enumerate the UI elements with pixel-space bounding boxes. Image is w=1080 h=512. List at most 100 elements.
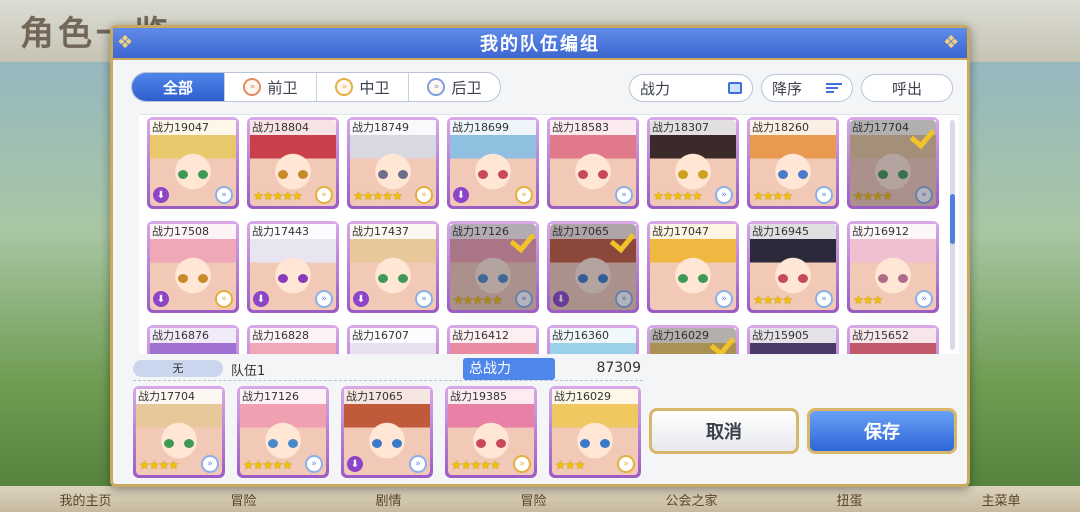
character-card[interactable]: 战力16876» <box>147 325 239 354</box>
mid-position-icon: » <box>315 186 333 204</box>
character-card[interactable]: 战力16707» <box>347 325 439 354</box>
character-card[interactable]: 战力18583 » <box>547 117 639 209</box>
character-card[interactable]: 战力18749 ★★★★★ » <box>347 117 439 209</box>
character-card[interactable]: 战力16029 ★★★ » <box>549 386 641 478</box>
eye-shape <box>498 274 508 283</box>
character-card[interactable]: 战力16945 ★★★★ » <box>747 221 839 313</box>
tab-all[interactable]: 全部 <box>132 73 224 101</box>
tab-back-label: 后卫 <box>451 78 482 97</box>
character-card[interactable]: 战力17065 ⬇» <box>341 386 433 478</box>
character-card[interactable]: 战力18804 ★★★★★ » <box>247 117 339 209</box>
character-card[interactable]: 战力17126 ★★★★★» <box>237 386 329 478</box>
bottom-nav-item[interactable]: 扭蛋 <box>836 490 862 509</box>
character-card[interactable]: 战力17704 ★★★★» <box>133 386 225 478</box>
character-power: 战力17508 <box>150 224 236 239</box>
eye-shape <box>600 439 610 448</box>
favorite-icon: ⬇ <box>453 187 469 203</box>
character-power: 战力16707 <box>350 328 436 343</box>
back-position-icon: » <box>615 186 633 204</box>
eye-shape <box>478 170 488 179</box>
character-card[interactable]: 战力19047 ⬇ » <box>147 117 239 209</box>
bottom-nav-item[interactable]: 冒险 <box>520 490 546 509</box>
favorite-icon: ⬇ <box>253 291 269 307</box>
dialog-header: ❖ 我的队伍编组 ❖ <box>113 28 967 60</box>
eye-shape <box>298 170 308 179</box>
tab-front-label: 前卫 <box>267 78 298 97</box>
character-power: 战力15652 <box>850 328 936 343</box>
ornament-icon: ❖ <box>943 32 960 53</box>
eye-shape <box>288 439 298 448</box>
eye-shape <box>398 274 408 283</box>
character-card[interactable]: 战力16828» <box>247 325 339 354</box>
character-power: 战力17443 <box>250 224 336 239</box>
star-rating: ★★★ <box>853 293 883 307</box>
divider <box>133 380 643 381</box>
character-power: 战力16828 <box>250 328 336 343</box>
character-card[interactable]: 战力17065 ⬇» <box>547 221 639 313</box>
bottom-nav-item[interactable]: 我的主页 <box>59 490 111 509</box>
team-info-bar: 无 队伍1 总战力 87309 <box>133 358 641 380</box>
character-card[interactable]: 战力17437 ⬇ » <box>347 221 439 313</box>
roster-scrollbar[interactable] <box>950 120 955 350</box>
bottom-nav-item[interactable]: 主菜单 <box>981 490 1020 509</box>
back-position-icon: » <box>815 290 833 308</box>
favorite-icon: ⬇ <box>153 291 169 307</box>
character-card[interactable]: 战力17443 ⬇ » <box>247 221 339 313</box>
character-power: 战力19385 <box>448 389 534 404</box>
bottom-nav-item[interactable]: 公会之家 <box>665 490 717 509</box>
character-card[interactable]: 战力18307 ★★★★★ » <box>647 117 739 209</box>
cancel-button[interactable]: 取消 <box>649 408 799 454</box>
character-card[interactable]: 战力19385 ★★★★★ » <box>445 386 537 478</box>
character-power: 战力16876 <box>150 328 236 343</box>
front-position-icon: » <box>243 78 262 96</box>
character-card[interactable]: 战力16360» <box>547 325 639 354</box>
star-rating: ★★★★ <box>753 189 793 203</box>
character-card[interactable]: 战力15905» <box>747 325 839 354</box>
character-power: 战力17704 <box>136 389 222 404</box>
character-power: 战力16412 <box>450 328 536 343</box>
save-button[interactable]: 保存 <box>807 408 957 454</box>
character-power: 战力18583 <box>550 120 636 135</box>
sort-order-button[interactable]: 降序 <box>761 74 853 102</box>
character-card[interactable]: 战力17047 » <box>647 221 739 313</box>
dialog-title: 我的队伍编组 <box>480 34 600 55</box>
character-card[interactable]: 战力16912 ★★★ » <box>847 221 939 313</box>
back-position-icon: » <box>715 290 733 308</box>
back-position-icon: » <box>305 455 323 473</box>
character-power: 战力17047 <box>650 224 736 239</box>
eye-shape <box>268 439 278 448</box>
star-rating: ★★★★★ <box>653 189 703 203</box>
back-position-icon: » <box>515 290 533 308</box>
eye-shape <box>698 170 708 179</box>
sort-order-label: 降序 <box>772 79 803 98</box>
character-card[interactable]: 战力16029» <box>647 325 739 354</box>
sort-field-button[interactable]: 战力 <box>629 74 753 102</box>
bottom-nav-item[interactable]: 剧情 <box>375 490 401 509</box>
eye-shape <box>178 170 188 179</box>
back-position-icon: » <box>215 186 233 204</box>
bottom-nav-item[interactable]: 冒险 <box>230 490 256 509</box>
character-card[interactable]: 战力17508 ⬇ » <box>147 221 239 313</box>
character-card[interactable]: 战力16412» <box>447 325 539 354</box>
selected-check-icon <box>509 227 535 249</box>
star-rating: ★★★★★ <box>253 189 303 203</box>
character-card[interactable]: 战力17704 ★★★★» <box>847 117 939 209</box>
scrollbar-thumb[interactable] <box>950 194 955 244</box>
character-card[interactable]: 战力18260 ★★★★ » <box>747 117 839 209</box>
character-card[interactable]: 战力15652» <box>847 325 939 354</box>
character-card[interactable]: 战力17126 ★★★★★» <box>447 221 539 313</box>
eye-shape <box>378 170 388 179</box>
character-card[interactable]: 战力18699 ⬇ » <box>447 117 539 209</box>
team-tag: 无 <box>133 360 223 377</box>
sort-descending-icon <box>826 83 842 93</box>
mid-position-icon: » <box>513 455 531 473</box>
call-out-label: 呼出 <box>891 79 922 98</box>
favorite-icon: ⬇ <box>153 187 169 203</box>
back-position-icon: » <box>615 290 633 308</box>
tab-middle[interactable]: » 中卫 <box>316 73 408 101</box>
tab-back[interactable]: » 后卫 <box>408 73 500 101</box>
background-bottom-nav: 我的主页 冒险 剧情 冒险 公会之家 扭蛋 主菜单 <box>0 486 1080 512</box>
eye-shape <box>496 439 506 448</box>
tab-front[interactable]: » 前卫 <box>224 73 316 101</box>
call-out-button[interactable]: 呼出 <box>861 74 953 102</box>
